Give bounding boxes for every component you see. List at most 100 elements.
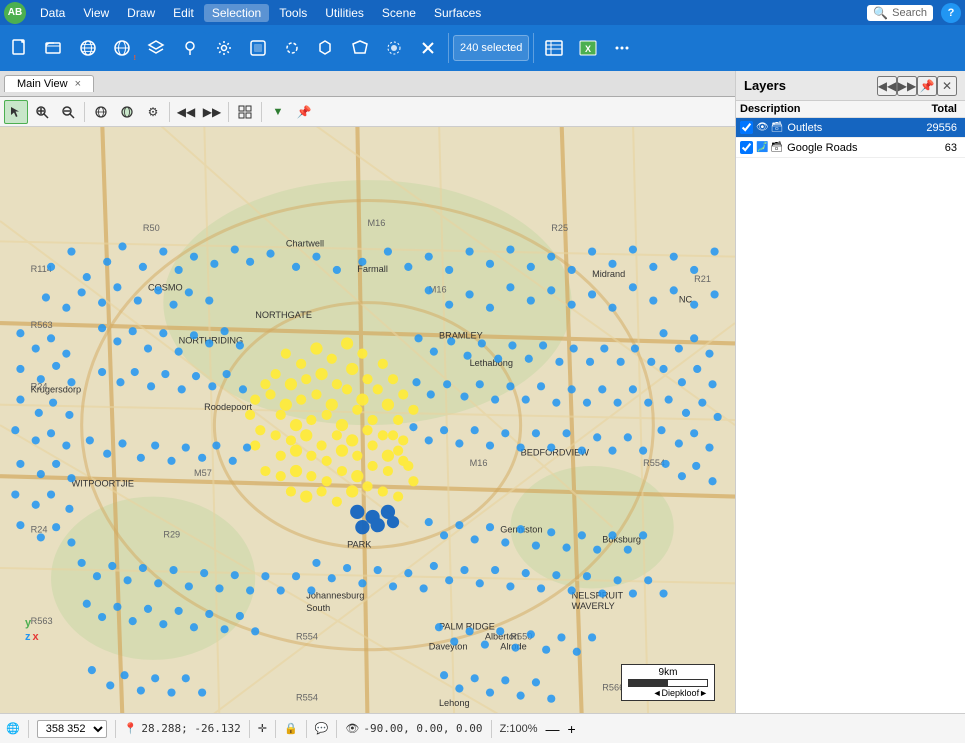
axis-z-label: z (25, 631, 31, 643)
toolbar-layer[interactable] (140, 32, 172, 64)
status-sep5 (306, 720, 307, 738)
menu-view[interactable]: View (75, 4, 117, 22)
toolbar-lasso[interactable] (310, 32, 342, 64)
toolbar-clear-selection[interactable] (412, 32, 444, 64)
tab-bar: Main View × (0, 71, 735, 97)
layer-roads-tile-icon: 🗾 (756, 142, 768, 153)
status-location-value: 28.288; -26.132 (141, 722, 240, 735)
menu-utilities[interactable]: Utilities (317, 4, 372, 22)
map-zoom-out[interactable] (56, 100, 80, 124)
menu-draw[interactable]: Draw (119, 4, 163, 22)
help-button[interactable]: ? (941, 3, 961, 23)
layers-pin-btn[interactable]: 📌 (917, 76, 937, 96)
layer-roads-checkbox[interactable] (740, 141, 753, 154)
map-globe[interactable] (89, 100, 113, 124)
svg-text:X: X (585, 44, 591, 54)
axis-x-label: x (33, 631, 39, 643)
tab-close-button[interactable]: × (75, 78, 81, 90)
toolbar-select-tool[interactable] (242, 32, 274, 64)
scale-label: 9km (659, 667, 678, 678)
map-select-tool[interactable] (4, 100, 28, 124)
col-description: Description (740, 103, 906, 115)
zoom-in-button[interactable]: + (567, 721, 575, 737)
map-toolbar-sep4 (261, 102, 262, 122)
toolbar-globe[interactable] (72, 32, 104, 64)
layer-roads-name: Google Roads (787, 142, 906, 154)
layers-collapse-right[interactable]: ▶▶ (897, 76, 917, 96)
coords-display-dropdown[interactable]: 358 352 (37, 720, 107, 738)
menu-data[interactable]: Data (32, 4, 73, 22)
map-settings[interactable]: ⚙ (141, 100, 165, 124)
svg-text:R24: R24 (31, 524, 48, 534)
layer-row-outlets[interactable]: 👁 🗃 Outlets 29556 (736, 118, 965, 138)
map-globe2[interactable] (115, 100, 139, 124)
map-toolbar-sep3 (228, 102, 229, 122)
svg-text:NELSPRUIT: NELSPRUIT (572, 591, 624, 601)
map-grid[interactable] (233, 100, 257, 124)
map-toolbar-sep1 (84, 102, 85, 122)
selected-count-label: 240 selected (453, 35, 529, 61)
svg-text:WITPOORTJIE: WITPOORTJIE (71, 478, 134, 488)
zoom-out-button[interactable]: — (545, 721, 559, 737)
status-crosshair-icon: ✛ (258, 722, 267, 735)
layer-row-google-roads[interactable]: 🗾 🗃 Google Roads 63 (736, 138, 965, 158)
main-view-tab[interactable]: Main View × (4, 75, 94, 92)
toolbar-new[interactable] (4, 32, 36, 64)
svg-text:NORTHGATE: NORTHGATE (255, 310, 312, 320)
search-label: Search (892, 7, 927, 19)
layers-collapse-left[interactable]: ◀◀ (877, 76, 897, 96)
svg-text:Midrand: Midrand (592, 269, 625, 279)
layers-title: Layers (744, 78, 877, 93)
toolbar-pin[interactable] (174, 32, 206, 64)
svg-text:R554: R554 (296, 693, 318, 703)
layer-data-icon: 🗃 (771, 122, 784, 133)
svg-text:R563: R563 (31, 320, 53, 330)
toolbar-more[interactable] (606, 32, 638, 64)
map-rewind[interactable]: ◀◀ (174, 100, 198, 124)
toolbar-excel[interactable]: X (572, 32, 604, 64)
search-box[interactable]: 🔍 Search (867, 5, 933, 21)
map-svg: R114 R563 R24 R24 R563 R21 R50 R25 M16 M… (0, 127, 735, 713)
svg-text:R25: R25 (551, 223, 568, 233)
map-pin-toggle[interactable]: 📌 (292, 100, 316, 124)
status-zoom: Z:100% (500, 723, 538, 735)
axis-indicator: y z x (25, 617, 39, 643)
map-zoom-in[interactable] (30, 100, 54, 124)
col-total: Total (906, 103, 961, 115)
toolbar-select2[interactable] (276, 32, 308, 64)
toolbar-globe2[interactable]: ! (106, 32, 138, 64)
map-canvas[interactable]: R114 R563 R24 R24 R563 R21 R50 R25 M16 M… (0, 127, 735, 713)
svg-text:R554: R554 (296, 631, 318, 641)
statusbar: 🌐 358 352 📍 28.288; -26.132 ✛ 🔒 💬 👁 -90.… (0, 713, 965, 743)
layers-close-btn[interactable]: ✕ (937, 76, 957, 96)
content-area: Main View × ⚙ ◀◀ ▶▶ (0, 71, 965, 713)
svg-text:Lehong: Lehong (439, 698, 470, 708)
layer-outlets-checkbox[interactable] (740, 121, 753, 134)
toolbar-buffer[interactable] (378, 32, 410, 64)
toolbar-table[interactable] (538, 32, 570, 64)
map-forward[interactable]: ▶▶ (200, 100, 224, 124)
menu-edit[interactable]: Edit (165, 4, 202, 22)
status-eye-icon: 👁 (345, 722, 359, 735)
toolbar-poly-select[interactable] (344, 32, 376, 64)
layer-roads-db-icon: 🗃 (770, 142, 783, 153)
scale-bar: 9km ◄Diepkloof► (621, 664, 715, 701)
status-location: 📍 28.288; -26.132 (124, 722, 241, 735)
toolbar-open[interactable] (38, 32, 70, 64)
svg-text:Daveyton: Daveyton (429, 642, 468, 652)
map-toolbar: ⚙ ◀◀ ▶▶ ▼ 📌 (0, 97, 735, 127)
layer-outlets-icons: 👁 🗃 (756, 122, 783, 133)
svg-text:WAVERLY: WAVERLY (572, 601, 615, 611)
svg-text:M16: M16 (367, 218, 385, 228)
search-icon: 🔍 (873, 6, 888, 20)
menu-surfaces[interactable]: Surfaces (426, 4, 489, 22)
menu-selection[interactable]: Selection (204, 4, 269, 22)
map-layer-toggle[interactable]: ▼ (266, 100, 290, 124)
layer-outlets-total: 29556 (906, 122, 961, 134)
svg-text:Boksburg: Boksburg (602, 535, 641, 545)
layer-outlets-name: Outlets (787, 122, 906, 134)
menu-scene[interactable]: Scene (374, 4, 424, 22)
toolbar-settings[interactable] (208, 32, 240, 64)
scale-sub-label: Diepkloof (662, 688, 700, 698)
menu-tools[interactable]: Tools (271, 4, 315, 22)
